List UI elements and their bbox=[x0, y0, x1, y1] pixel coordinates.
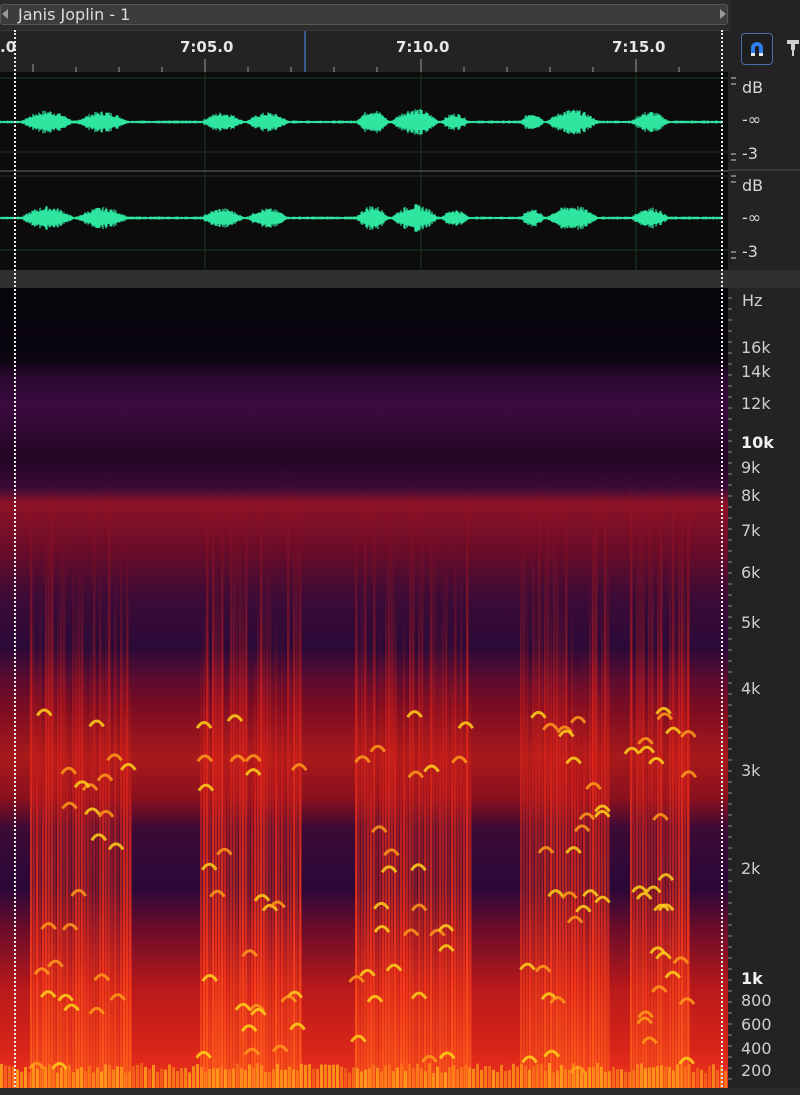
clip-right-handle-icon[interactable] bbox=[720, 9, 726, 19]
channel-1-db-unit: dB bbox=[742, 78, 764, 97]
freq-label-2k: 2k bbox=[741, 859, 761, 878]
frequency-unit: Hz bbox=[742, 291, 763, 310]
frequency-scale: Hz 16k 14k 12k 10k 9k 8k 7k 6k 5k 4k 3k … bbox=[728, 288, 800, 1095]
clip-header: Janis Joplin - 1 bbox=[0, 0, 730, 30]
waveform-graphic bbox=[0, 72, 728, 270]
waveform-trace bbox=[0, 108, 723, 136]
spectrogram-graphic bbox=[0, 468, 727, 1088]
freq-label-6k: 6k bbox=[741, 563, 761, 582]
freq-label-14k: 14k bbox=[741, 362, 771, 381]
waveform-trace bbox=[0, 204, 723, 232]
amplitude-scale: dB -∞ -3 dB -∞ -3 bbox=[728, 72, 800, 270]
freq-label-1k: 1k bbox=[741, 969, 763, 988]
freq-label-3k: 3k bbox=[741, 761, 761, 780]
magnet-icon bbox=[751, 42, 763, 56]
freq-label-600: 600 bbox=[741, 1015, 772, 1034]
freq-label-4k: 4k bbox=[741, 679, 761, 698]
pin-icon[interactable] bbox=[786, 38, 800, 58]
freq-label-9k: 9k bbox=[741, 458, 761, 477]
amplitude-scale-ticks bbox=[728, 77, 800, 259]
channel-2-db-unit: dB bbox=[742, 176, 764, 195]
ruler-label-710: 7:10.0 bbox=[396, 38, 450, 56]
channel-1-db-low: -3 bbox=[742, 144, 758, 163]
end-marker[interactable] bbox=[721, 30, 723, 1095]
clip-left-handle-icon[interactable] bbox=[2, 9, 8, 19]
freq-label-16k: 16k bbox=[741, 338, 771, 357]
freq-label-12k: 12k bbox=[741, 394, 771, 413]
ruler-label-715: 7:15.0 bbox=[612, 38, 666, 56]
freq-label-7k: 7k bbox=[741, 521, 761, 540]
panel-divider[interactable] bbox=[0, 270, 800, 288]
spectral-frequency-display[interactable] bbox=[0, 288, 728, 1088]
freq-label-10k: 10k bbox=[741, 433, 774, 452]
ruler-label-705: 7:05.0 bbox=[180, 38, 234, 56]
playhead-marker[interactable] bbox=[14, 30, 16, 1095]
bottom-edge bbox=[0, 1088, 800, 1095]
waveform-display[interactable] bbox=[0, 72, 728, 270]
snap-toggle-button[interactable] bbox=[741, 33, 773, 65]
channel-2-db-mid: -∞ bbox=[742, 208, 762, 227]
clip-title: Janis Joplin - 1 bbox=[18, 5, 131, 24]
time-ruler[interactable]: .0 7:05.0 7:10.0 7:15.0 bbox=[0, 30, 730, 73]
freq-label-5k: 5k bbox=[741, 613, 761, 632]
freq-label-400: 400 bbox=[741, 1039, 772, 1058]
freq-label-8k: 8k bbox=[741, 486, 761, 505]
freq-label-800: 800 bbox=[741, 991, 772, 1010]
channel-1-db-mid: -∞ bbox=[742, 110, 762, 129]
channel-2-db-low: -3 bbox=[742, 242, 758, 261]
freq-label-200: 200 bbox=[741, 1061, 772, 1080]
